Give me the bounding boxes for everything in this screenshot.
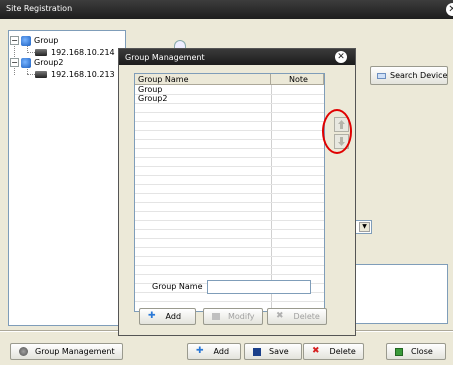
dvr-icon — [35, 71, 47, 78]
window-title: Site Registration — [6, 4, 73, 13]
detail-panel — [355, 264, 448, 324]
row-divider — [135, 175, 324, 176]
group-management-dialog: Group Management ✕ Group Name Note Group… — [118, 48, 356, 336]
column-divider — [271, 85, 272, 311]
tree-node-label: 192.168.10.213 — [51, 70, 115, 79]
site-registration-window: Site Registration ✕ − Group 192.168.10.21… — [0, 0, 453, 365]
row-divider — [135, 184, 324, 185]
column-header-group-name[interactable]: Group Name — [135, 74, 271, 85]
add-icon: ✚ — [148, 311, 156, 321]
list-item[interactable]: Group — [138, 85, 162, 94]
tree-node-label: 192.168.10.214 — [51, 48, 115, 57]
row-divider — [135, 157, 324, 158]
collapse-icon[interactable]: − — [10, 36, 19, 45]
dialog-title: Group Management — [125, 53, 205, 62]
modify-group-label: Modify — [228, 312, 255, 321]
list-header: Group Name Note — [135, 74, 324, 85]
row-divider — [135, 202, 324, 203]
add-group-label: Add — [165, 312, 182, 321]
row-divider — [135, 193, 324, 194]
tree-node-group[interactable]: − Group — [10, 35, 58, 46]
window-close-icon[interactable]: ✕ — [446, 3, 453, 16]
tree-connector — [27, 67, 28, 74]
row-divider — [135, 121, 324, 122]
add-label: Add — [213, 347, 230, 356]
row-divider — [135, 211, 324, 212]
row-divider — [135, 256, 324, 257]
dvr-icon — [35, 49, 47, 56]
group-management-button[interactable]: Group Management — [10, 343, 123, 360]
tree-node-label: Group2 — [34, 58, 64, 67]
column-header-note[interactable]: Note — [271, 74, 324, 85]
add-group-button[interactable]: ✚ Add — [139, 308, 196, 325]
group-name-input[interactable] — [207, 280, 311, 294]
row-divider — [135, 130, 324, 131]
row-divider — [135, 247, 324, 248]
dialog-close-icon[interactable]: ✕ — [335, 51, 347, 63]
save-icon — [253, 347, 261, 356]
search-device-label: Search Device — [390, 71, 448, 80]
tree-node-group2[interactable]: − Group2 — [10, 57, 63, 68]
close-button[interactable]: Close — [386, 343, 446, 360]
group-icon — [21, 57, 31, 68]
window-titlebar: Site Registration ✕ — [0, 0, 453, 19]
chevron-down-icon[interactable]: ▼ — [359, 222, 370, 232]
row-divider — [135, 229, 324, 230]
group-management-icon — [19, 347, 28, 356]
tree-node-label: Group — [34, 36, 59, 45]
row-divider — [135, 148, 324, 149]
highlight-circle — [322, 109, 352, 154]
delete-site-button[interactable]: ✖ Delete — [303, 343, 364, 360]
group-name-label: Group Name — [152, 282, 203, 291]
site-tree[interactable]: − Group 192.168.10.214 − Group2 192.168.10… — [8, 30, 126, 326]
delete-label: Delete — [329, 347, 356, 356]
search-icon — [377, 72, 386, 79]
save-label: Save — [269, 347, 289, 356]
delete-icon: ✖ — [312, 346, 320, 356]
delete-group-label: Delete — [293, 312, 320, 321]
row-divider — [135, 112, 324, 113]
row-divider — [135, 274, 324, 275]
row-divider — [135, 238, 324, 239]
add-site-button[interactable]: ✚ Add — [187, 343, 241, 360]
save-button[interactable]: Save — [244, 343, 302, 360]
tree-node-device[interactable]: 192.168.10.213 — [33, 69, 115, 80]
add-icon: ✚ — [196, 346, 204, 356]
row-divider — [135, 139, 324, 140]
modify-icon — [212, 313, 220, 320]
list-item[interactable]: Group2 — [138, 94, 167, 103]
collapse-icon[interactable]: − — [10, 58, 19, 67]
group-management-label: Group Management — [35, 347, 115, 356]
search-device-button[interactable]: Search Device — [370, 66, 448, 85]
row-divider — [135, 103, 324, 104]
close-label: Close — [411, 347, 433, 356]
row-divider — [135, 301, 324, 302]
row-divider — [135, 166, 324, 167]
row-divider — [135, 220, 324, 221]
dialog-titlebar: Group Management — [119, 49, 355, 65]
group-icon — [21, 35, 31, 46]
row-divider — [135, 265, 324, 266]
close-icon — [395, 347, 403, 356]
delete-group-button[interactable]: ✖ Delete — [267, 308, 327, 325]
modify-group-button[interactable]: Modify — [203, 308, 263, 325]
group-list[interactable]: Group Name Note Group Group2 — [134, 73, 325, 312]
delete-icon: ✖ — [276, 311, 284, 321]
